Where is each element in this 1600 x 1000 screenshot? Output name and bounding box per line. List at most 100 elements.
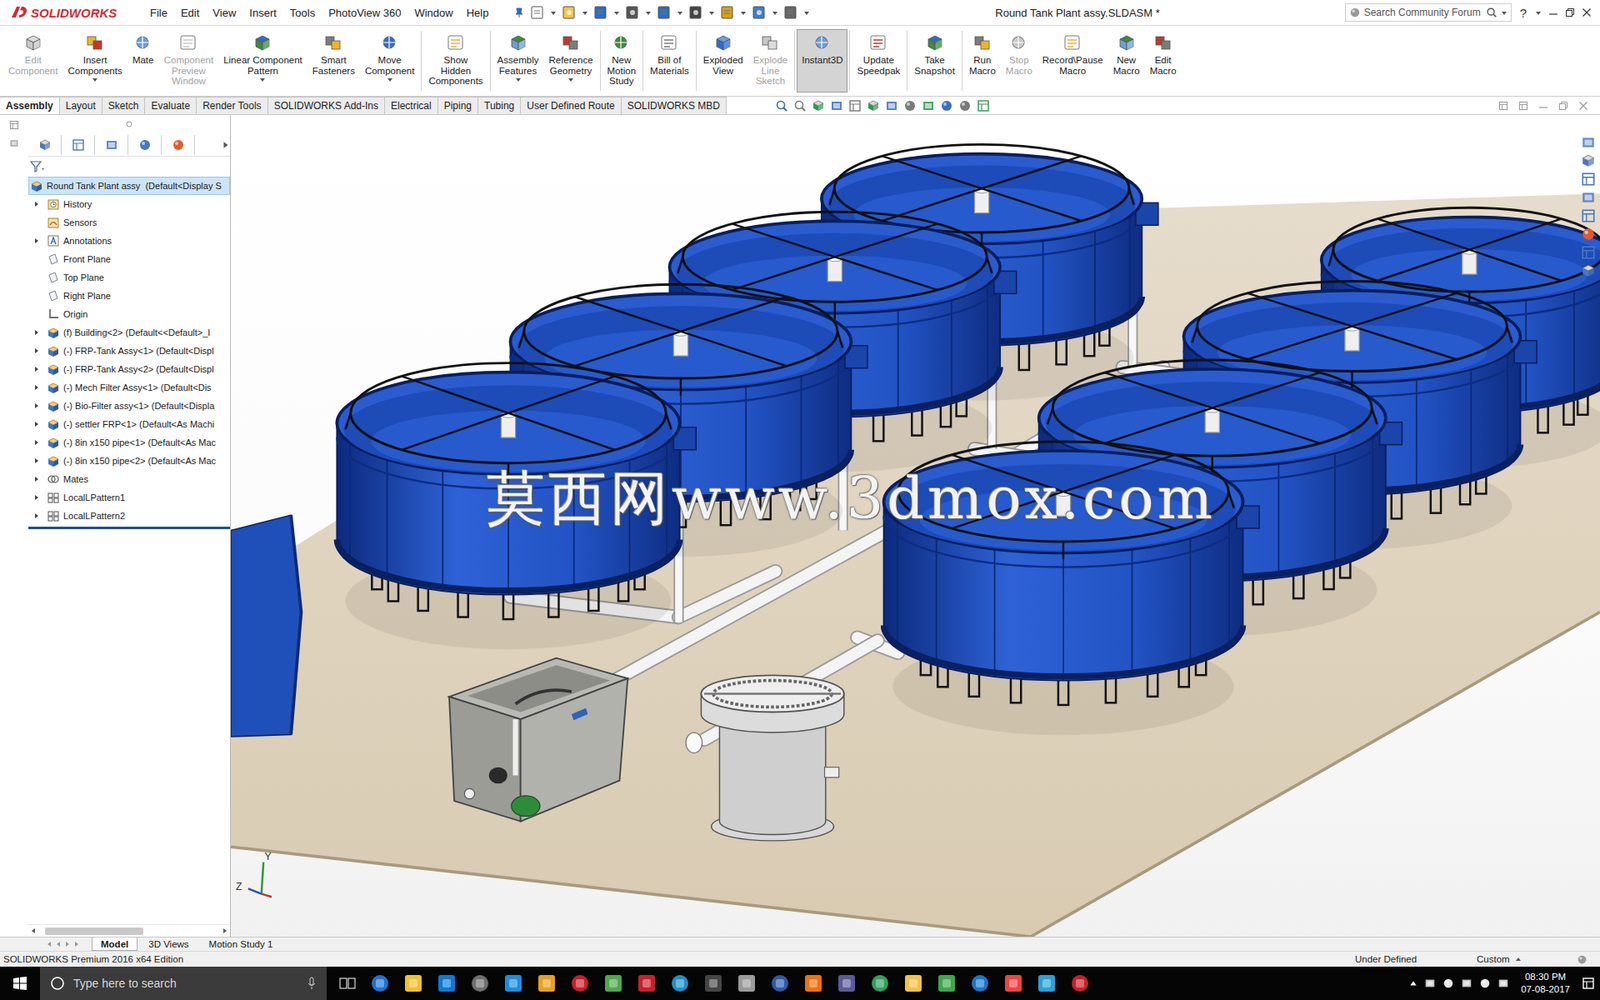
task-view-icon[interactable] <box>338 975 357 991</box>
viewport-restore-icon[interactable] <box>1558 100 1569 111</box>
ribbon-button[interactable]: EditMacro <box>1145 29 1182 93</box>
notification-icon[interactable] <box>1581 976 1595 990</box>
taskbar-app-icon[interactable] <box>970 973 990 994</box>
model-view[interactable]: ZY <box>230 115 1600 937</box>
task-pane-icon[interactable] <box>1580 263 1596 279</box>
taskbar-app-icon[interactable] <box>803 973 824 994</box>
tree-item[interactable]: (-) FRP-Tank Assy<2> (Default<Displ <box>28 360 230 379</box>
tree-item[interactable]: Right Plane <box>28 286 230 305</box>
ribbon-button[interactable]: Bill ofMaterials <box>645 29 695 93</box>
status-units[interactable]: Custom <box>1476 954 1577 965</box>
taskbar-app-icon[interactable] <box>470 973 490 994</box>
restore-icon[interactable] <box>1565 7 1575 18</box>
model-tab[interactable]: 3D Views <box>139 937 198 951</box>
ribbon-button[interactable]: UpdateSpeedpak <box>851 29 905 93</box>
view-tool-icon[interactable] <box>940 99 954 113</box>
menu-item[interactable]: Window <box>407 6 460 20</box>
menu-item[interactable]: Edit <box>174 6 206 20</box>
view-tool-icon[interactable] <box>775 99 789 113</box>
start-button[interactable] <box>0 966 40 1000</box>
tree-item[interactable]: (-) settler FRP<1> (Default<As Machi <box>28 415 230 434</box>
ribbon-button[interactable]: Linear ComponentPattern <box>218 29 308 93</box>
pin-icon[interactable] <box>513 6 525 19</box>
horizontal-scrollbar[interactable] <box>28 924 230 937</box>
tray-icon[interactable] <box>1479 977 1491 990</box>
tree-item[interactable]: Annotations <box>28 231 230 250</box>
tray-icon[interactable] <box>1442 977 1455 990</box>
command-tab[interactable]: User Defined Route <box>520 96 621 115</box>
view-tool-icon[interactable] <box>903 99 917 113</box>
tree-item[interactable]: LocalLPattern1 <box>28 488 230 507</box>
ribbon-button[interactable]: ExplodeLineSketch <box>748 29 794 93</box>
quick-access-icon[interactable] <box>655 4 673 21</box>
ribbon-button[interactable]: ReferenceGeometry <box>543 29 598 93</box>
tree-item[interactable]: (f) Building<2> (Default<<Default>_I <box>28 323 230 342</box>
ribbon-button[interactable]: ComponentPreviewWindow <box>159 29 219 93</box>
tree-item[interactable]: (-) FRP-Tank Assy<1> (Default<Displ <box>28 341 230 360</box>
search-box[interactable]: Search Community Forum <box>1345 3 1512 22</box>
tile-icon[interactable] <box>1498 100 1509 111</box>
quick-access-icon[interactable] <box>624 4 641 21</box>
tree-item[interactable]: LocalLPattern2 <box>28 506 230 525</box>
ribbon-button[interactable]: Instant3D <box>796 29 848 93</box>
view-tool-icon[interactable] <box>848 99 862 113</box>
pin-panel-icon[interactable] <box>9 120 20 130</box>
search-icon[interactable] <box>1485 6 1498 19</box>
taskbar-app-icon[interactable] <box>903 973 924 994</box>
menu-item[interactable]: View <box>205 6 243 20</box>
manager-tab[interactable] <box>61 135 95 155</box>
building-floor[interactable] <box>230 193 1600 937</box>
manager-tab[interactable] <box>28 135 62 155</box>
ribbon-button[interactable]: ExplodedView <box>698 29 749 93</box>
tree-item[interactable]: (-) 8in x150 pipe<1> (Default<As Mac <box>28 433 230 452</box>
viewport-minimize-icon[interactable] <box>1538 100 1549 111</box>
ribbon-button[interactable]: NewMotionStudy <box>602 29 642 93</box>
app-logo[interactable]: SOLIDWORKS <box>0 0 144 25</box>
tile-icon[interactable] <box>1518 100 1529 111</box>
view-tool-icon[interactable] <box>830 99 844 113</box>
tree-item[interactable]: Sensors <box>28 213 230 232</box>
tree-item[interactable]: Top Plane <box>28 268 230 287</box>
ribbon-button[interactable]: SmartFasteners <box>307 29 360 93</box>
ribbon-button[interactable]: EditComponent <box>3 29 63 93</box>
task-pane-icon[interactable] <box>1580 190 1596 205</box>
ribbon-button[interactable]: MoveComponent <box>360 29 420 93</box>
mech-filter[interactable] <box>449 658 628 822</box>
filter-icon[interactable] <box>30 160 45 173</box>
quick-access-icon[interactable] <box>592 4 610 21</box>
taskbar-app-icon[interactable] <box>1036 973 1057 994</box>
tree-item[interactable]: Mates <box>28 470 230 489</box>
help-button[interactable]: ? <box>1518 5 1529 20</box>
status-help-icon[interactable] <box>1576 954 1588 965</box>
task-pane-icon[interactable] <box>1580 245 1596 260</box>
model-tab[interactable]: Motion Study 1 <box>200 937 283 951</box>
tray-icon[interactable] <box>1460 977 1473 990</box>
tree-item[interactable]: History <box>28 195 230 214</box>
taskbar-app-icon[interactable] <box>736 973 757 994</box>
grip-icon[interactable] <box>125 120 134 129</box>
quick-access-icon[interactable] <box>560 4 578 21</box>
tray-icon[interactable] <box>1424 977 1436 990</box>
ribbon-button[interactable]: Record\PauseMacro <box>1037 29 1109 93</box>
taskbar-app-icon[interactable] <box>870 973 890 994</box>
taskbar-app-icon[interactable] <box>1003 973 1024 994</box>
quick-access-icon[interactable] <box>782 4 800 21</box>
rollback-bar[interactable] <box>28 526 230 530</box>
microphone-icon[interactable] <box>306 976 317 990</box>
menu-item[interactable]: Tools <box>283 6 322 20</box>
tank[interactable] <box>336 363 696 650</box>
command-tab[interactable]: Tubing <box>478 96 521 115</box>
tree-item[interactable]: (-) 8in x150 pipe<2> (Default<As Mac <box>28 451 230 470</box>
view-tool-icon[interactable] <box>976 99 990 113</box>
quick-access-icon[interactable] <box>719 4 736 21</box>
taskbar-app-icon[interactable] <box>436 973 457 994</box>
taskbar-app-icon[interactable] <box>836 973 857 994</box>
command-tab[interactable]: SOLIDWORKS MBD <box>621 96 727 115</box>
view-tool-icon[interactable] <box>885 99 899 113</box>
tray-icon[interactable] <box>1497 977 1510 990</box>
graphics-area[interactable]: ZY莫西网www.3dmox.com <box>230 115 1600 937</box>
settler[interactable] <box>685 675 845 840</box>
ribbon-button[interactable]: TakeSnapshot <box>909 29 960 93</box>
taskbar-app-icon[interactable] <box>703 973 724 994</box>
clock[interactable]: 08:30 PM07-08-2017 <box>1515 970 1575 996</box>
